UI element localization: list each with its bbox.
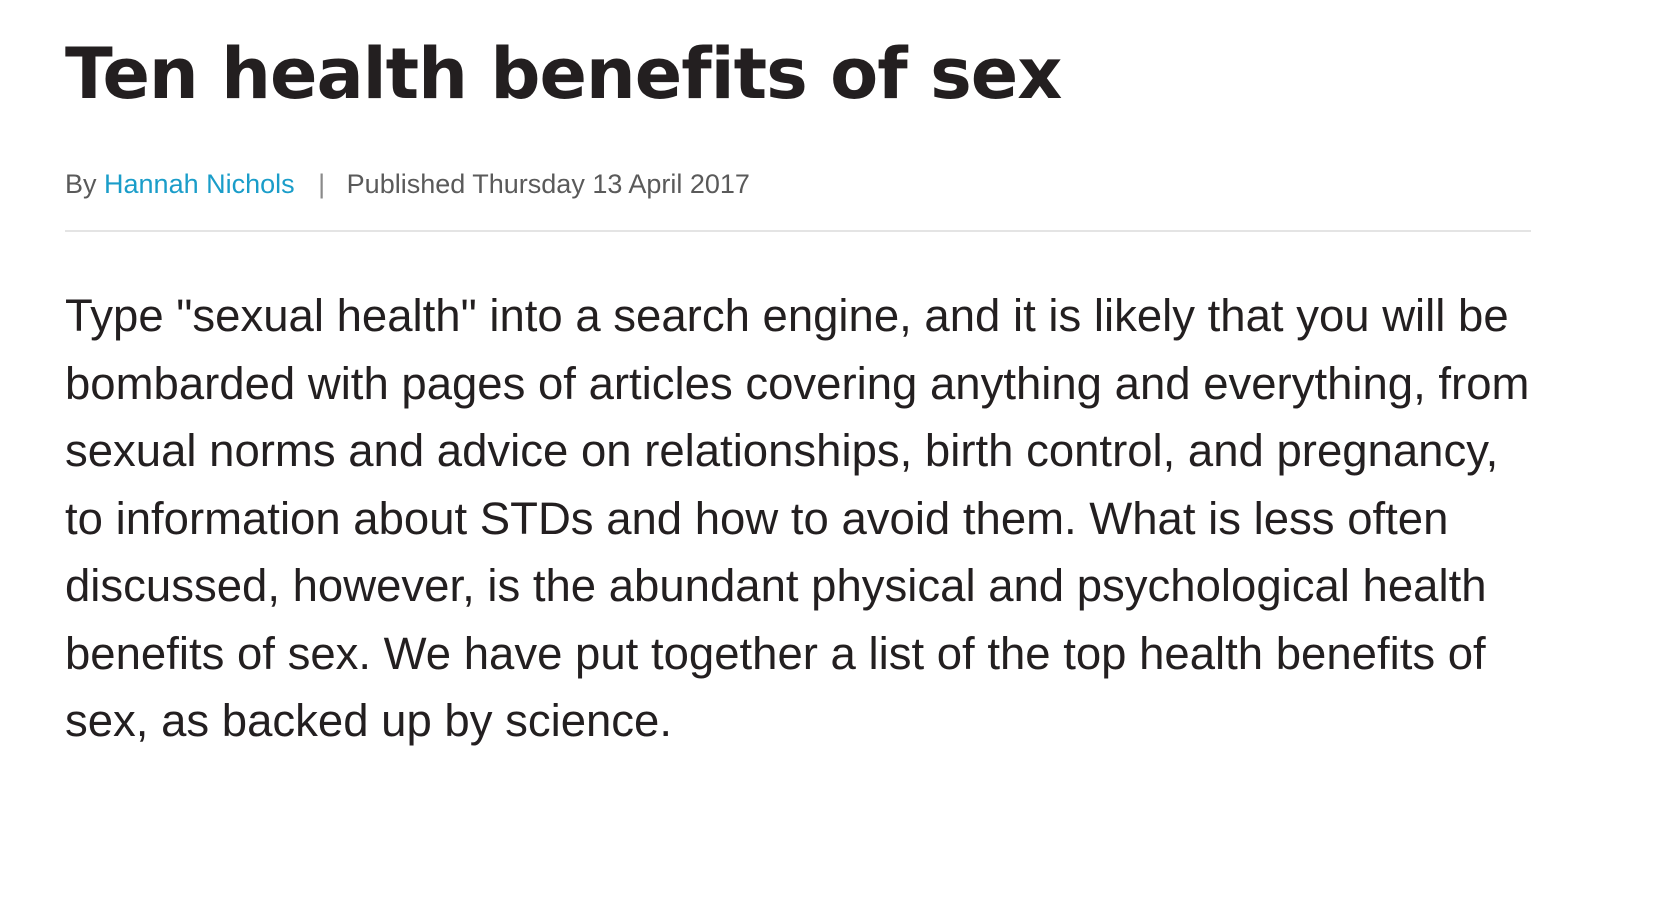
- byline-by-label: By: [65, 169, 105, 199]
- author-link[interactable]: Hannah Nichols: [104, 169, 295, 199]
- article-intro: Type "sexual health" into a search engin…: [65, 290, 1530, 746]
- article-title: Ten health benefits of sex: [65, 33, 1062, 115]
- byline-separator: |: [318, 169, 326, 199]
- byline-divider: [65, 230, 1531, 232]
- published-date: Published Thursday 13 April 2017: [346, 169, 750, 199]
- article: Ten health benefits of sex By Hannah Nic…: [65, 0, 1531, 755]
- byline: By Hannah Nichols | Published Thursday 1…: [65, 168, 1531, 200]
